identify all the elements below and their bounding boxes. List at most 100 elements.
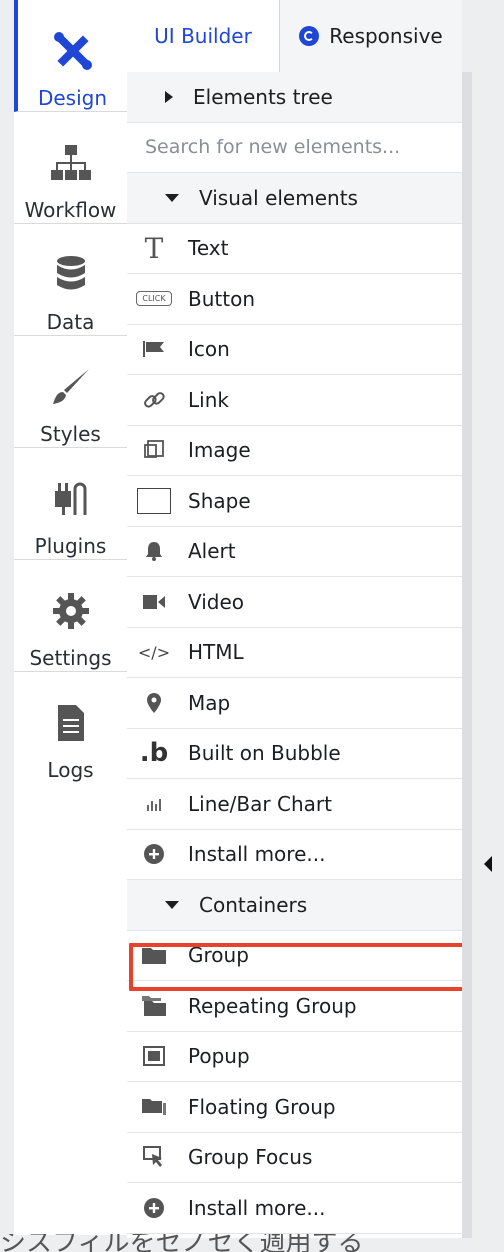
popup-icon — [135, 1046, 173, 1067]
nav-workflow[interactable]: Workflow — [14, 112, 127, 224]
panel-edge — [462, 0, 504, 1238]
link-icon — [135, 389, 173, 411]
element-built-on-bubble[interactable]: .b Built on Bubble — [127, 729, 462, 779]
nav-plugins[interactable]: Plugins — [14, 448, 127, 560]
elements-tree-toggle[interactable]: Elements tree — [127, 72, 462, 123]
panel-scrollbar[interactable] — [462, 72, 472, 1238]
element-label: Shape — [188, 488, 251, 513]
image-icon — [135, 439, 173, 461]
element-shape[interactable]: Shape — [127, 476, 462, 527]
nav-styles[interactable]: Styles — [14, 336, 127, 448]
element-chart[interactable]: Line/Bar Chart — [127, 779, 462, 830]
element-map[interactable]: Map — [127, 678, 462, 729]
section-label: Containers — [199, 892, 308, 917]
nav-label: Styles — [40, 422, 101, 446]
element-label: Install more... — [188, 842, 326, 867]
workflow-sitemap-icon — [14, 140, 127, 186]
element-image[interactable]: Image — [127, 426, 462, 476]
tab-responsive[interactable]: Responsive — [279, 0, 462, 72]
caret-down-icon — [165, 193, 179, 202]
tab-ui-builder[interactable]: UI Builder — [127, 0, 279, 72]
element-label: Line/Bar Chart — [188, 791, 332, 816]
cursor-folder-icon — [135, 1146, 173, 1168]
nav-label: Data — [46, 310, 95, 334]
design-tools-icon — [18, 28, 127, 74]
floating-folder-icon — [135, 1097, 173, 1117]
element-text[interactable]: T Text — [127, 224, 462, 274]
element-label: Alert — [188, 539, 236, 564]
document-icon — [14, 700, 127, 746]
bottom-caption: シスフィルをセノセく週用する — [0, 1234, 364, 1252]
element-html[interactable]: </> HTML — [127, 628, 462, 678]
element-label: Built on Bubble — [188, 741, 341, 766]
element-label: Link — [188, 387, 229, 412]
text-icon: T — [144, 231, 164, 265]
nav-label: Settings — [29, 646, 112, 670]
element-alert[interactable]: Alert — [127, 527, 462, 577]
left-nav: Design Workflow Data Styles Plugins Sett… — [14, 0, 128, 1235]
install-more-containers[interactable]: Install more... — [127, 1183, 462, 1234]
element-popup[interactable]: Popup — [127, 1032, 462, 1082]
bell-icon — [135, 541, 173, 562]
element-label: Install more... — [188, 1195, 326, 1220]
element-label: HTML — [188, 640, 244, 665]
button-icon: CLICK — [135, 291, 173, 307]
caret-down-icon — [165, 900, 179, 909]
element-link[interactable]: Link — [127, 375, 462, 426]
nav-label: Design — [37, 86, 108, 110]
collapse-caret-icon[interactable] — [484, 856, 492, 872]
element-label: Icon — [188, 337, 230, 362]
visual-elements-toggle[interactable]: Visual elements — [127, 173, 462, 224]
group-highlight-box — [129, 943, 481, 991]
flag-icon — [135, 341, 173, 358]
element-label: Video — [188, 589, 245, 614]
responsive-icon — [299, 26, 320, 46]
nav-settings[interactable]: Settings — [14, 560, 127, 672]
shape-icon — [135, 487, 173, 514]
element-label: Repeating Group — [188, 993, 357, 1018]
element-group-focus[interactable]: Group Focus — [127, 1133, 462, 1183]
element-label: Floating Group — [188, 1094, 336, 1119]
nav-design[interactable]: Design — [14, 0, 127, 112]
code-icon: </> — [135, 643, 173, 662]
database-icon — [14, 252, 127, 298]
plus-circle-icon — [135, 1197, 173, 1219]
nav-label: Workflow — [24, 198, 117, 222]
nav-label: Logs — [47, 758, 94, 782]
element-label: Popup — [188, 1044, 250, 1069]
containers-toggle[interactable]: Containers — [127, 880, 462, 931]
plus-circle-icon — [135, 843, 173, 865]
plugin-icon — [14, 476, 127, 522]
bubble-editor-sidebar: Design Workflow Data Styles Plugins Sett… — [0, 0, 504, 1252]
element-label: Text — [188, 236, 229, 261]
element-video[interactable]: Video — [127, 577, 462, 628]
code-glyph: </> — [137, 642, 171, 662]
install-more-visual[interactable]: Install more... — [127, 830, 462, 880]
bubble-logo-icon: .b — [139, 738, 169, 769]
nav-logs[interactable]: Logs — [14, 672, 127, 784]
nav-label: Plugins — [34, 534, 107, 558]
element-label: Image — [188, 438, 251, 463]
map-pin-icon — [135, 692, 173, 713]
nav-data[interactable]: Data — [14, 224, 127, 336]
section-label: Elements tree — [193, 84, 333, 109]
element-label: Map — [188, 690, 231, 715]
builder-tabs: UI Builder Responsive — [127, 0, 462, 73]
bar-chart-icon — [135, 797, 173, 811]
click-badge: CLICK — [136, 291, 172, 307]
element-label: Button — [188, 286, 255, 311]
tab-responsive-label: Responsive — [329, 24, 443, 48]
element-floating-group[interactable]: Floating Group — [127, 1082, 462, 1133]
elements-list: Elements tree Search for new elements...… — [127, 72, 462, 1234]
search-elements-input[interactable]: Search for new elements... — [127, 123, 462, 173]
element-button[interactable]: CLICK Button — [127, 274, 462, 325]
element-label: Group Focus — [188, 1145, 313, 1170]
paintbrush-icon — [14, 364, 127, 410]
video-icon — [135, 594, 173, 610]
section-label: Visual elements — [199, 185, 358, 210]
folders-icon — [135, 995, 173, 1016]
elements-panel: UI Builder Responsive Elements tree Sear… — [127, 0, 462, 1238]
element-icon[interactable]: Icon — [127, 325, 462, 375]
gear-icon — [14, 588, 127, 634]
caret-right-icon — [165, 90, 173, 103]
